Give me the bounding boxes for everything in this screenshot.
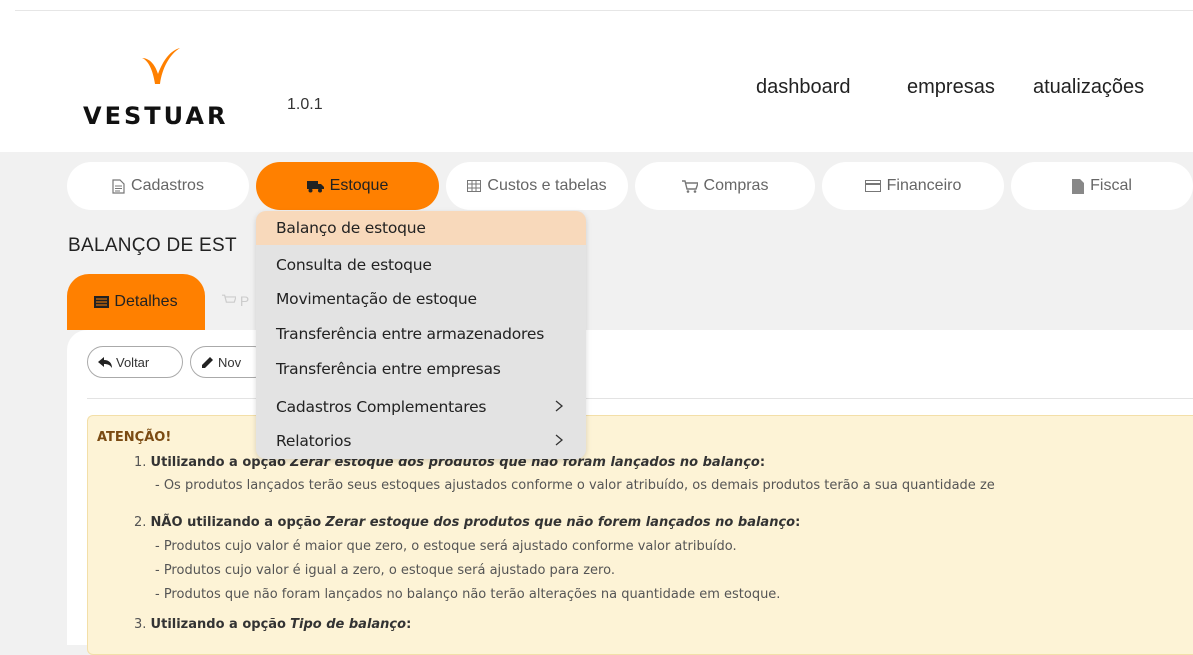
subtab-detalhes[interactable]: Detalhes [67, 274, 205, 330]
nav-empresas[interactable]: empresas [907, 76, 995, 99]
nav-atualizacoes[interactable]: atualizações [1033, 76, 1144, 99]
estoque-dropdown-menu: Balanço de estoque Consulta de estoque M… [256, 211, 586, 459]
alert-item-2-detail-2: - Produtos cujo valor é igual a zero, o … [155, 563, 615, 578]
alert-item-2: 2. NÃO utilizando a opção Zerar estoque … [134, 515, 801, 530]
tab-estoque[interactable]: Estoque [256, 162, 439, 210]
menu-item-cadastros-complementares[interactable]: Cadastros Complementares [256, 390, 586, 424]
menu-item-label: Cadastros Complementares [276, 398, 487, 416]
chevron-right-icon [555, 400, 564, 412]
truck-icon [306, 180, 324, 192]
pencil-icon [202, 356, 213, 368]
alert-item-3: 3. Utilizando a opção Tipo de balanço: [134, 617, 412, 632]
tab-label: Compras [703, 177, 769, 194]
tab-label: Custos e tabelas [487, 177, 607, 194]
tab-cadastros[interactable]: Cadastros [67, 162, 249, 210]
menu-item-movimentacao-de-estoque[interactable]: Movimentação de estoque [256, 282, 586, 316]
tab-label: Financeiro [886, 177, 962, 194]
chevron-right-icon [555, 434, 564, 446]
button-label: Voltar [116, 354, 150, 370]
alert-item-1-detail: - Os produtos lançados terão seus estoqu… [155, 478, 995, 493]
tab-custos-e-tabelas[interactable]: Custos e tabelas [446, 162, 628, 210]
brand-name: VESTUAR [83, 102, 229, 130]
tab-fiscal[interactable]: Fiscal [1011, 162, 1193, 210]
back-button[interactable]: Voltar [87, 346, 183, 378]
tab-label: Estoque [329, 177, 389, 194]
menu-item-transferencia-empresas[interactable]: Transferência entre empresas [256, 352, 586, 386]
page-title: BALANÇO DE EST [68, 235, 237, 256]
divider [87, 398, 1193, 399]
menu-item-balanco-de-estoque[interactable]: Balanço de estoque [256, 211, 586, 245]
nav-dashboard[interactable]: dashboard [756, 76, 851, 99]
menu-item-label: Relatorios [276, 432, 352, 450]
subtab-label: Detalhes [114, 293, 178, 310]
alert-title: ATENÇÃO! [97, 430, 172, 445]
document-icon [112, 178, 125, 194]
tab-label: Fiscal [1090, 177, 1132, 194]
subtab-label: P [239, 293, 250, 309]
header-divider [15, 10, 1193, 11]
menu-item-consulta-de-estoque[interactable]: Consulta de estoque [256, 248, 586, 282]
menu-item-relatorios[interactable]: Relatorios [256, 424, 586, 458]
logo-icon [142, 48, 180, 84]
tab-compras[interactable]: Compras [635, 162, 815, 210]
alert-item-2-detail-3: - Produtos que não foram lançados no bal… [155, 587, 781, 602]
table-icon [467, 180, 482, 192]
cart-icon [681, 179, 698, 193]
button-label: Nov [218, 354, 242, 370]
tab-label: Cadastros [131, 177, 204, 194]
menu-item-transferencia-armazenadores[interactable]: Transferência entre armazenadores [256, 317, 586, 351]
alert-item-2-detail-1: - Produtos cujo valor é maior que zero, … [155, 539, 737, 554]
file-icon [1072, 178, 1085, 194]
tab-financeiro[interactable]: Financeiro [822, 162, 1004, 210]
version-label: 1.0.1 [287, 96, 323, 113]
cart-icon [222, 294, 237, 303]
reply-icon [98, 356, 112, 368]
list-icon [94, 296, 110, 308]
credit-card-icon [864, 180, 881, 192]
